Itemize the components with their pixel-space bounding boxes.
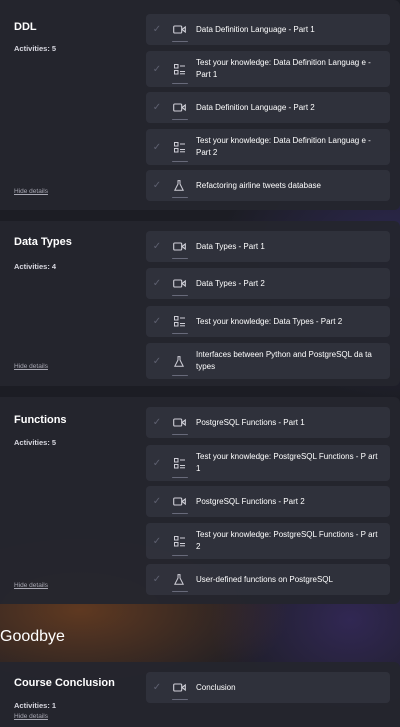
activity-item[interactable]: ✓ PostgreSQL Functions - Part 2 [146,486,390,517]
flask-icon [168,170,190,201]
video-icon [168,92,190,123]
quiz-icon [168,129,190,165]
activity-item[interactable]: ✓ Data Types - Part 2 [146,268,390,299]
flask-icon [168,343,190,379]
check-icon: ✓ [152,24,162,35]
check-icon: ✓ [152,102,162,113]
activity-item[interactable]: ✓ Data Types - Part 1 [146,231,390,262]
check-icon: ✓ [152,457,162,469]
activity-item[interactable]: ✓ Test your knowledge: Data Types - Part… [146,306,390,337]
check-icon: ✓ [152,417,162,428]
hide-details-link[interactable]: Hide details [14,188,48,195]
activity-label: Data Definition Language - Part 2 [196,102,315,112]
activity-label: Test your knowledge: Data Definition Lan… [196,58,371,79]
check-icon: ✓ [152,574,162,585]
activities-count: Activities: 5 [14,44,57,53]
module-ddl: DDL Activities: 5 Hide details ✓ Data De… [0,0,400,210]
quiz-icon [168,51,190,87]
activity-label: Data Types - Part 2 [196,278,265,288]
module-data-types: Data Types Activities: 4 Hide details ✓ … [0,221,400,386]
check-icon: ✓ [152,278,162,289]
activity-item[interactable]: ✓ Data Definition Language - Part 1 [146,14,390,45]
check-icon: ✓ [152,241,162,252]
module-title: Data Types [14,236,72,248]
check-icon: ✓ [152,316,162,327]
activity-label: Data Definition Language - Part 1 [196,24,315,34]
activity-label: User-defined functions on PostgreSQL [196,574,333,584]
activity-label: Test your knowledge: Data Definition Lan… [196,136,371,157]
hide-details-link[interactable]: Hide details [14,713,48,720]
check-icon: ✓ [152,180,162,191]
hide-details-link[interactable]: Hide details [14,363,48,370]
quiz-icon [168,306,190,337]
module-title: DDL [14,21,37,33]
video-icon [168,486,190,517]
module-functions: Functions Activities: 5 Hide details ✓ P… [0,397,400,604]
video-icon [168,14,190,45]
activity-label: Test your knowledge: PostgreSQL Function… [196,530,378,551]
activity-label: Data Types - Part 1 [196,241,265,251]
activities-count: Activities: 4 [14,262,57,271]
quiz-icon [168,523,190,559]
activity-item[interactable]: ✓ Interfaces between Python and PostgreS… [146,343,390,379]
activity-label: Test your knowledge: Data Types - Part 2 [196,316,343,326]
module-title: Course Conclusion [14,677,115,689]
activity-label: PostgreSQL Functions - Part 1 [196,417,305,427]
check-icon: ✓ [152,141,162,153]
activity-item[interactable]: ✓ Test your knowledge: PostgreSQL Functi… [146,523,390,559]
activity-label: Interfaces between Python and PostgreSQL… [196,350,372,371]
check-icon: ✓ [152,355,162,367]
check-icon: ✓ [152,63,162,75]
check-icon: ✓ [152,535,162,547]
video-icon [168,268,190,299]
activities-count: Activities: 5 [14,438,57,447]
activity-item[interactable]: ✓ Data Definition Language - Part 2 [146,92,390,123]
activity-item[interactable]: ✓ Test your knowledge: Data Definition L… [146,51,390,87]
module-course-conclusion: Course Conclusion Activities: 1 Hide det… [0,662,400,727]
section-heading: Goodbye [0,628,65,645]
flask-icon [168,564,190,595]
quiz-icon [168,445,190,481]
activity-label: PostgreSQL Functions - Part 2 [196,496,305,506]
video-icon [168,407,190,438]
hide-details-link[interactable]: Hide details [14,582,48,589]
activity-label: Refactoring airline tweets database [196,180,321,190]
activities-count: Activities: 1 [14,701,57,710]
activity-item[interactable]: ✓ User-defined functions on PostgreSQL [146,564,390,595]
module-title: Functions [14,414,67,426]
activity-label: Conclusion [196,682,236,692]
activity-item[interactable]: ✓ Test your knowledge: PostgreSQL Functi… [146,445,390,481]
activity-item[interactable]: ✓ Conclusion [146,672,390,703]
activity-item[interactable]: ✓ Refactoring airline tweets database [146,170,390,201]
check-icon: ✓ [152,682,162,693]
video-icon [168,231,190,262]
activity-item[interactable]: ✓ PostgreSQL Functions - Part 1 [146,407,390,438]
check-icon: ✓ [152,496,162,507]
activity-item[interactable]: ✓ Test your knowledge: Data Definition L… [146,129,390,165]
video-icon [168,672,190,703]
activity-label: Test your knowledge: PostgreSQL Function… [196,452,378,473]
